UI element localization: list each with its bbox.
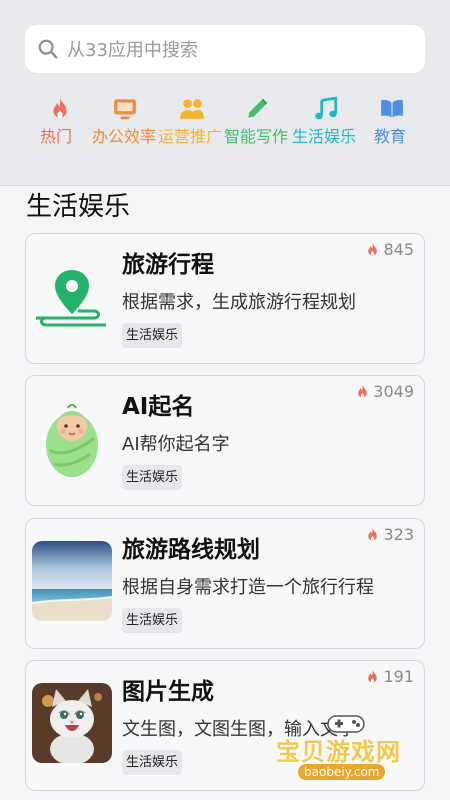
app-title: 图片生成 <box>122 679 214 705</box>
hot-count-value: 845 <box>383 240 414 259</box>
hot-count: 191 <box>364 667 414 686</box>
app-title: AI起名 <box>122 394 195 420</box>
category-label: 智能写作 <box>224 127 289 146</box>
search-icon <box>38 39 58 59</box>
section-title: 生活娱乐 <box>26 192 131 222</box>
hot-count: 845 <box>364 240 414 259</box>
watermark-url: baobeiy.com <box>298 764 386 780</box>
cat-photo <box>32 683 112 763</box>
app-title: 旅游行程 <box>122 252 214 278</box>
beach-photo <box>32 541 112 621</box>
hot-count: 3049 <box>354 382 414 401</box>
map-pin-icon <box>32 256 112 336</box>
app-title: 旅游路线规划 <box>122 537 260 563</box>
category-label: 生活娱乐 <box>292 127 357 146</box>
hot-count: 323 <box>364 525 414 544</box>
app-card-ai-naming[interactable]: AI起名 AI帮你起名字 生活娱乐 3049 <box>25 375 425 506</box>
app-tag: 生活娱乐 <box>122 750 183 775</box>
search-bar[interactable]: 从33应用中搜索 <box>25 25 425 73</box>
book-icon <box>381 99 403 118</box>
monitor-icon <box>114 99 136 120</box>
watermark-text: 宝贝游戏网 <box>276 738 401 766</box>
category-label: 教育 <box>374 127 407 146</box>
app-description: AI帮你起名字 <box>122 434 230 455</box>
baby-icon <box>32 398 112 478</box>
hot-count-value: 323 <box>383 525 414 544</box>
users-icon <box>180 99 204 119</box>
fire-icon <box>368 242 378 256</box>
search-input[interactable]: 从33应用中搜索 <box>67 36 198 62</box>
hot-count-value: 3049 <box>373 382 414 401</box>
app-tag: 生活娱乐 <box>122 323 183 348</box>
category-label: 运营推广 <box>158 127 223 146</box>
app-tag: 生活娱乐 <box>122 608 183 633</box>
fire-icon <box>368 527 378 541</box>
fire-icon <box>368 669 378 683</box>
fire-icon <box>53 98 67 118</box>
hot-count-value: 191 <box>383 667 414 686</box>
pencil-icon <box>248 98 268 118</box>
header-area: 从33应用中搜索 热门 办公效率 运营推广 智能写作 生活娱乐 教育 <box>0 0 450 186</box>
app-card-route-planning[interactable]: 旅游路线规划 根据自身需求打造一个旅行行程 生活娱乐 323 <box>25 518 425 649</box>
category-label: 办公效率 <box>92 127 157 146</box>
category-bar: 热门 办公效率 运营推广 智能写作 生活娱乐 教育 <box>36 96 426 176</box>
app-description: 根据自身需求打造一个旅行行程 <box>122 577 374 598</box>
app-description: 根据需求，生成旅游行程规划 <box>122 292 356 313</box>
music-icon <box>315 96 338 120</box>
watermark: 宝贝游戏网 baobeiy.com <box>272 715 422 794</box>
app-card-travel-itinerary[interactable]: 旅游行程 根据需求，生成旅游行程规划 生活娱乐 845 <box>25 233 425 364</box>
app-tag: 生活娱乐 <box>122 465 183 490</box>
fire-icon <box>358 384 368 398</box>
